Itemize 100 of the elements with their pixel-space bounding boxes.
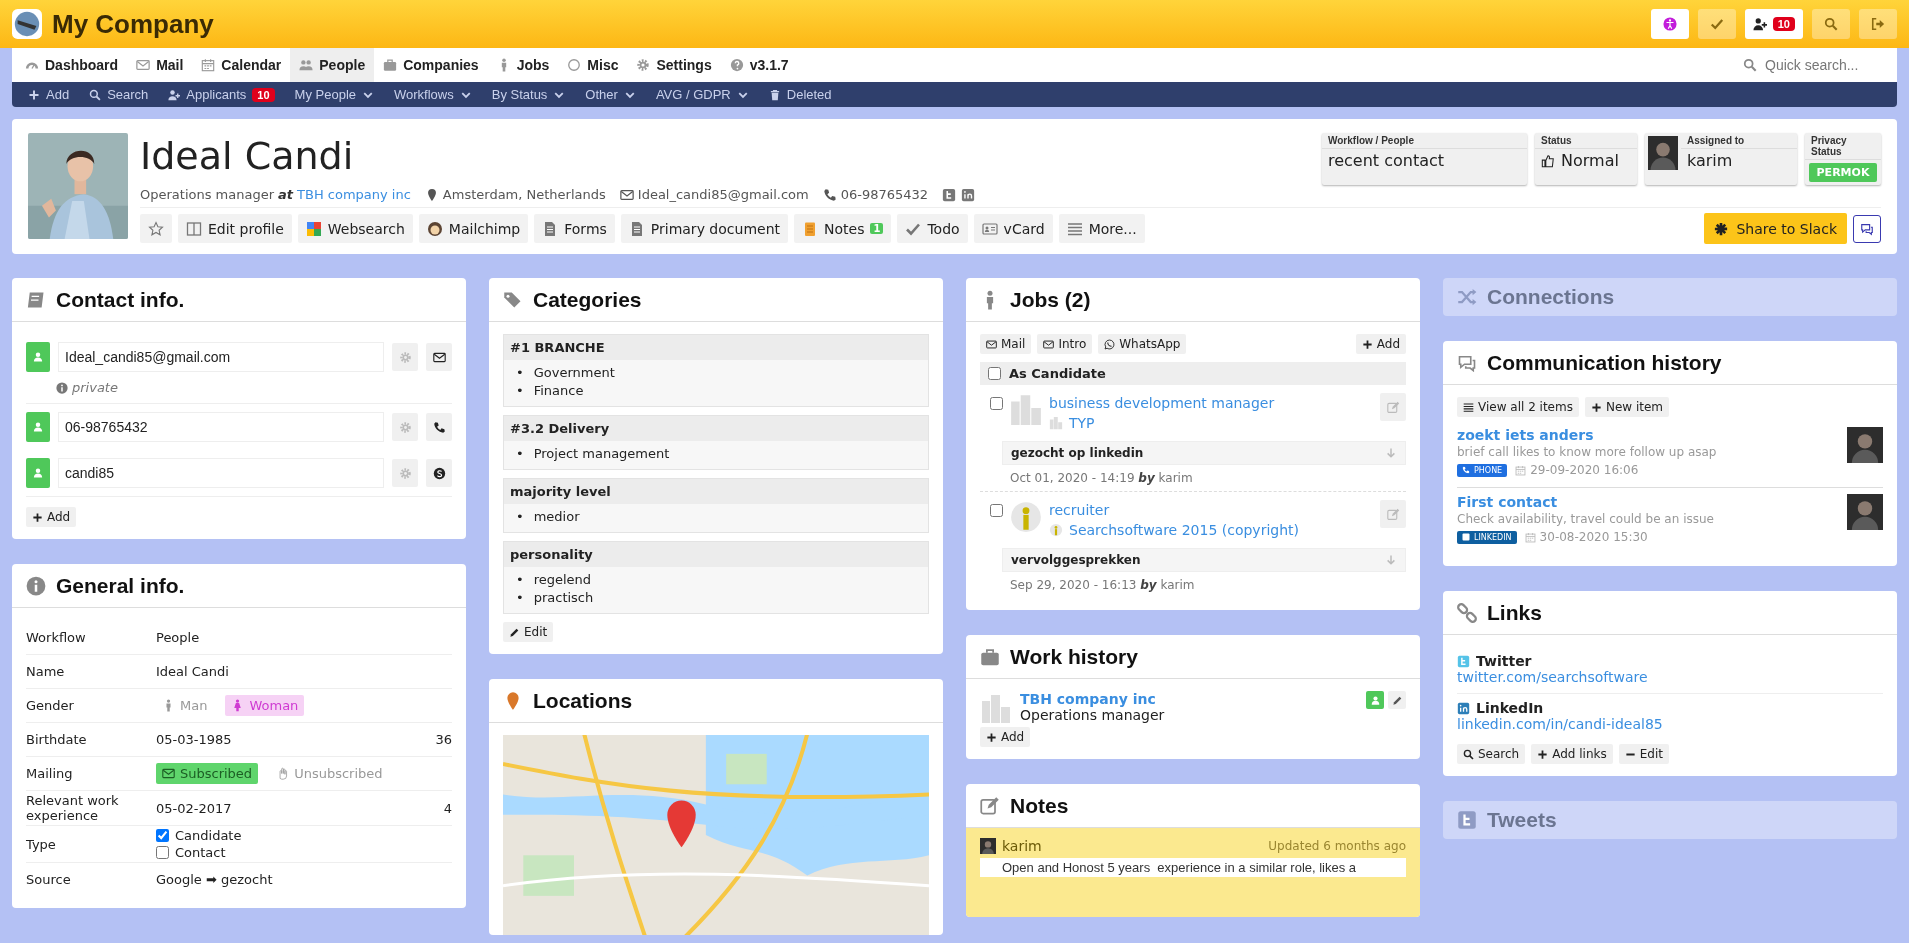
add-button[interactable]: Add bbox=[980, 727, 1031, 747]
category-name: #3.2 Delivery bbox=[504, 416, 928, 441]
action-button[interactable]: Notes 1 bbox=[794, 214, 892, 243]
toolbar-button[interactable] bbox=[1812, 9, 1850, 39]
checkbox[interactable] bbox=[156, 829, 169, 842]
nav-tab[interactable]: Calendar bbox=[192, 48, 291, 82]
nav-tab[interactable]: Settings bbox=[627, 48, 721, 82]
sub-nav-item[interactable]: Search bbox=[79, 87, 159, 102]
input-field[interactable]: 06-98765432 bbox=[58, 412, 384, 442]
date-text: 29-09-2020 16:06 bbox=[1530, 463, 1639, 477]
option-toggle[interactable]: Subscribed bbox=[156, 763, 259, 784]
sub-nav-item[interactable]: AVG / GDPR bbox=[645, 87, 759, 102]
panel-title: Links bbox=[1487, 600, 1542, 625]
link-action-button[interactable]: Add links bbox=[1531, 744, 1613, 764]
profile-link[interactable]: linkedin.com/in/candi-ideal85 bbox=[1457, 716, 1663, 732]
linkedin-icon bbox=[961, 187, 976, 202]
location-text: Amsterdam, Netherlands bbox=[442, 187, 606, 202]
nav-tab[interactable]: Companies bbox=[374, 48, 488, 82]
field-label: Mailing bbox=[26, 766, 74, 781]
company-link[interactable]: Searchsoftware 2015 (copyright) bbox=[1069, 520, 1299, 540]
share-button[interactable]: Share to Slack bbox=[1704, 213, 1847, 244]
note-updated: Updated 6 months ago bbox=[1268, 839, 1406, 853]
toolbar-button[interactable] bbox=[1859, 9, 1897, 39]
action-button[interactable]: Websearch bbox=[297, 214, 413, 243]
company-link[interactable]: TYP bbox=[1069, 413, 1095, 433]
add-button[interactable]: Add bbox=[1355, 334, 1406, 354]
twitter-icon bbox=[1457, 654, 1470, 668]
nav-tab[interactable]: Jobs bbox=[487, 48, 559, 82]
job-action-button[interactable]: WhatsApp bbox=[1098, 334, 1187, 354]
nav-tab[interactable]: Mail bbox=[127, 48, 193, 82]
sub-nav-item[interactable]: Add bbox=[18, 87, 80, 102]
toolbar-button[interactable] bbox=[1697, 9, 1736, 39]
edit-button[interactable] bbox=[1388, 691, 1406, 709]
chat-button[interactable] bbox=[1853, 214, 1881, 243]
sub-nav-item[interactable]: Applicants 10 bbox=[158, 87, 285, 102]
communication-summary: brief call likes to know more follow up asap bbox=[1457, 445, 1718, 459]
nav-tab[interactable]: Dashboard bbox=[16, 48, 128, 82]
stage-label: vervolggesprekken bbox=[1011, 553, 1141, 567]
link-action-button[interactable]: Edit bbox=[1618, 744, 1669, 764]
job-action-button[interactable]: Mail bbox=[980, 334, 1032, 354]
star-button[interactable] bbox=[140, 214, 172, 243]
action-button[interactable]: Primary document bbox=[620, 214, 788, 243]
arrow-down-icon bbox=[1385, 447, 1397, 459]
plus-icon bbox=[1537, 748, 1549, 760]
shuffle-icon bbox=[1457, 287, 1477, 307]
sub-nav-item[interactable]: Other bbox=[575, 87, 646, 102]
new-item-button[interactable]: New item bbox=[1584, 397, 1670, 417]
link-action-button[interactable]: Search bbox=[1457, 744, 1526, 764]
toolbar-button[interactable]: 10 bbox=[1744, 9, 1803, 39]
add-user-icon bbox=[1752, 17, 1767, 31]
panel-title: Contact info. bbox=[56, 287, 185, 312]
info-box[interactable]: Workflow / People recent contact bbox=[1322, 133, 1527, 185]
twitter-icon bbox=[1457, 810, 1477, 830]
info-box[interactable]: Status Normal bbox=[1535, 133, 1637, 185]
profile-link[interactable]: twitter.com/searchsoftware bbox=[1457, 669, 1648, 685]
checkbox[interactable] bbox=[988, 367, 1001, 380]
checkbox[interactable] bbox=[156, 846, 169, 859]
search-icon bbox=[1824, 17, 1838, 31]
action-button[interactable]: Todo bbox=[897, 214, 968, 243]
info-box[interactable]: Privacy Status PERMOK bbox=[1805, 133, 1881, 185]
contact-action-button[interactable] bbox=[426, 343, 452, 371]
contact-action-button[interactable] bbox=[426, 459, 452, 487]
sub-nav-item[interactable]: Deleted bbox=[758, 87, 842, 102]
field-label: Workflow bbox=[26, 629, 87, 645]
gear-icon bbox=[398, 420, 412, 434]
checkbox[interactable] bbox=[990, 504, 1003, 517]
checkbox[interactable] bbox=[990, 397, 1003, 410]
logout-icon bbox=[1871, 17, 1885, 31]
nav-tab[interactable]: Misc bbox=[558, 48, 628, 82]
input-field[interactable]: Ideal_candi85@gmail.com bbox=[58, 342, 384, 372]
action-button[interactable]: More... bbox=[1058, 214, 1145, 243]
company-link[interactable]: TBH company inc bbox=[297, 187, 411, 202]
action-button[interactable]: Edit profile bbox=[178, 214, 292, 243]
sub-nav-item[interactable]: Workflows bbox=[384, 87, 482, 102]
bullet: • bbox=[516, 571, 524, 589]
user-icon bbox=[1369, 694, 1381, 706]
panel-title: Work history bbox=[1010, 644, 1138, 669]
nav-tab[interactable]: People bbox=[290, 48, 375, 82]
user-icon bbox=[32, 467, 44, 479]
nav-tab[interactable]: v3.1.7 bbox=[720, 48, 798, 82]
sub-nav-item[interactable]: My People bbox=[284, 87, 384, 102]
action-button[interactable]: Mailchimp bbox=[418, 214, 529, 243]
avatar bbox=[1847, 427, 1883, 463]
gear-icon bbox=[398, 466, 412, 480]
info-box[interactable]: Assigned to karim bbox=[1645, 133, 1797, 185]
note-text: Open and Honost 5 years experience in a similar role, likes a bbox=[980, 858, 1406, 877]
job-link[interactable]: business development manager bbox=[1049, 393, 1374, 413]
info-label: Privacy Status bbox=[1805, 133, 1881, 160]
action-button[interactable]: Forms bbox=[534, 214, 615, 243]
view-all-button[interactable]: View all 2 items bbox=[1457, 397, 1579, 417]
add-button[interactable]: Add bbox=[26, 507, 77, 527]
edit-button[interactable]: Edit bbox=[503, 622, 554, 642]
contact-action-button[interactable] bbox=[426, 413, 452, 441]
sub-nav-item[interactable]: By Status bbox=[481, 87, 576, 102]
envelope-icon bbox=[986, 338, 997, 350]
toolbar-button[interactable] bbox=[1650, 9, 1689, 39]
input-field[interactable]: candi85 bbox=[58, 458, 384, 488]
job-action-button[interactable]: Intro bbox=[1037, 334, 1093, 354]
action-button[interactable]: vCard bbox=[973, 214, 1053, 243]
envelope-icon bbox=[432, 350, 446, 364]
